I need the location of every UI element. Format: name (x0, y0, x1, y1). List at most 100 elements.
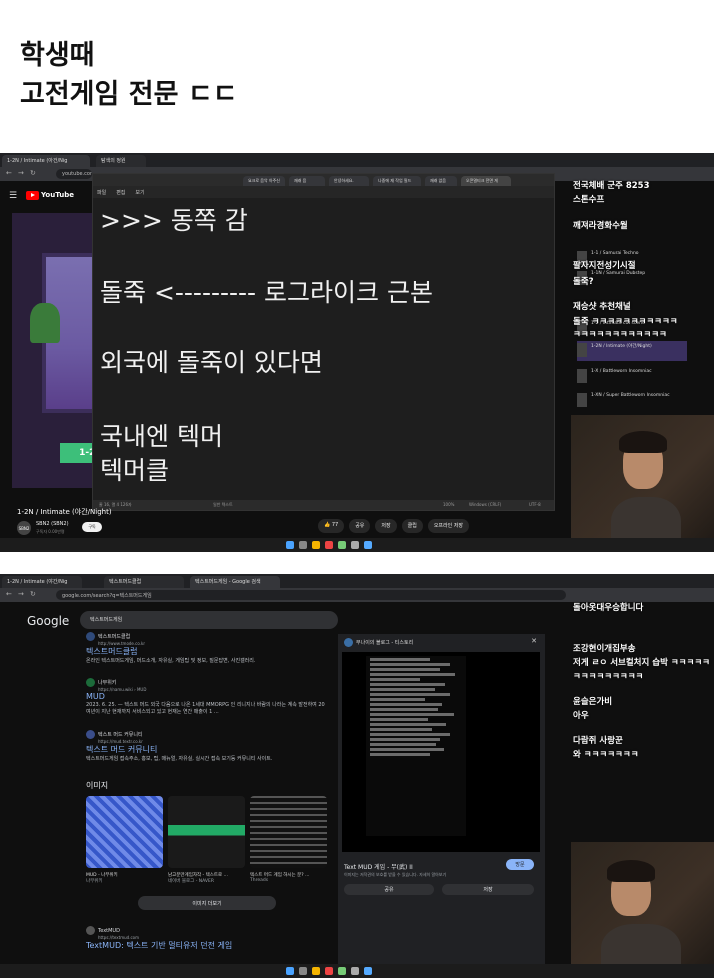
like-count: 77 (331, 522, 339, 528)
image-result-thumbnail[interactable] (86, 796, 163, 868)
image-caption: 남고분만게임자작 - 텍스트로 ... 네이버 블로그 - NAVER (168, 872, 228, 884)
playlist-item-title: 1-X / Battleworn Insomniac (591, 369, 652, 374)
result-snippet: 여년이 지난 현재까지 서비스되고 있고 현재는 연간 매출이 1 ... (86, 709, 219, 715)
chat-message: 돌죽 ㅋㅋㅋㅋㅋㅋㅋㅋㅋㅋㅋ (573, 317, 678, 327)
chat-message: ㅋㅋㅋㅋㅋㅋㅋㅋㅋㅋㅋㅋ (573, 330, 667, 340)
result-site: 나무위키 (98, 680, 117, 686)
chat-message: 깨져라경화수월 (573, 221, 628, 231)
channel-subscribers: 구독자 0.00만명 (36, 529, 65, 534)
chat-message: 전국체배 군주 8253 (573, 181, 650, 191)
forward-icon[interactable]: → (18, 169, 24, 177)
url-field[interactable]: google.com/search?q=텍스트머드게임 (56, 590, 566, 600)
notepad-menu: 파일 편집 보기 (93, 186, 554, 198)
channel-avatar[interactable]: SBN2 (17, 521, 31, 535)
image-source: 나무위키 (86, 879, 103, 884)
browser-tab[interactable]: 1-2N / Intimate (야간/Nig (2, 576, 82, 588)
chrome-icon[interactable] (325, 541, 333, 549)
preview-source[interactable]: 무나이의 블로그 - 티스토리 (344, 638, 413, 647)
streamer-webcam (571, 415, 714, 552)
reload-icon[interactable]: ↻ (30, 590, 36, 598)
streamer-webcam (571, 842, 714, 978)
result-title-link[interactable]: 텍스트머드클럽 (86, 646, 255, 657)
menu-edit[interactable]: 편집 (116, 189, 125, 196)
chrome-icon[interactable] (325, 967, 333, 975)
subscribe-button[interactable]: 구독 (82, 522, 102, 532)
status-zoom: 100% (443, 502, 455, 507)
notepad-line: 돌죽 <--------- 로그라이크 근본 (100, 278, 433, 307)
save-button[interactable]: 저장 (442, 884, 534, 895)
browser-tab-bar: 1-2N / Intimate (야간/Nig 텍스트머드클럽 텍스트머드게임 … (0, 574, 714, 588)
app-icon[interactable] (364, 541, 372, 549)
forward-icon[interactable]: → (18, 590, 24, 598)
playlist-item-title: 1-1 / Samurai Techno (591, 251, 639, 256)
app-icon[interactable] (338, 541, 346, 549)
search-icon[interactable] (299, 541, 307, 549)
chat-message: 돌죽? (573, 277, 594, 287)
clip-button[interactable]: 클립 (401, 519, 423, 533)
status-type: 일반 텍스트 (213, 502, 233, 507)
url-field[interactable]: youtube.com/... (56, 169, 92, 179)
download-button[interactable]: 오프라인 저장 (427, 519, 470, 533)
visit-button[interactable]: 방문 (506, 859, 534, 870)
chat-message: 저게 ㄹㅇ 서브컬처지 습박 ㅋㅋㅋㅋㅋ (573, 658, 710, 668)
result-title-link[interactable]: TextMUD: 텍스트 기반 멀티유저 던전 게임 (86, 940, 232, 951)
browser-tab[interactable]: 텍스트머드게임 - Google 검색 (190, 576, 280, 588)
result-title-link[interactable]: 텍스트 머드 커뮤니티 (86, 744, 272, 755)
preview-source-text: 무나이의 블로그 - 티스토리 (356, 640, 414, 646)
start-icon[interactable] (286, 967, 294, 975)
browser-tab[interactable]: 탐색의 정원 (96, 155, 146, 167)
youtube-logo[interactable]: YouTube (26, 190, 74, 200)
image-result-thumbnail[interactable] (250, 796, 327, 868)
folder-icon[interactable] (312, 967, 320, 975)
terminal-screenshot (366, 656, 466, 836)
like-button[interactable]: 👍 77 (318, 519, 345, 533)
stream-screenshot-2: 1-2N / Intimate (야간/Nig 텍스트머드클럽 텍스트머드게임 … (0, 574, 714, 978)
menu-icon[interactable]: ☰ (9, 191, 17, 201)
image-result-thumbnail[interactable] (168, 796, 245, 868)
share-button[interactable]: 공유 (344, 884, 434, 895)
playlist-item[interactable]: 1-X / Battleworn Insomniac (577, 367, 687, 387)
site-favicon (86, 632, 95, 641)
site-favicon (344, 638, 353, 647)
reload-icon[interactable]: ↻ (30, 169, 36, 177)
streamer-hair (619, 431, 667, 453)
menu-view[interactable]: 보기 (135, 189, 144, 196)
back-icon[interactable]: ← (6, 590, 12, 598)
thumbnail (577, 343, 587, 357)
status-encoding: UTF-8 (529, 502, 541, 507)
browser-tab-bar: 1-2N / Intimate (아건/Nig 탐색의 정원 (0, 153, 714, 167)
share-button[interactable]: 공유 (349, 519, 371, 533)
folder-icon[interactable] (312, 541, 320, 549)
preview-image[interactable] (342, 652, 540, 852)
save-button[interactable]: 저장 (375, 519, 397, 533)
playlist-item-title: 1-2N / Intimate (야간/Night) (591, 344, 652, 349)
app-icon[interactable] (351, 967, 359, 975)
back-icon[interactable]: ← (6, 169, 12, 177)
app-icon[interactable] (338, 967, 346, 975)
channel-name[interactable]: SBN2 (SBN2) (36, 521, 69, 527)
playlist-item[interactable]: 1-XN / Super Battleworn Insomniac (577, 391, 687, 411)
close-icon[interactable]: ✕ (531, 637, 537, 645)
preview-title[interactable]: Text MUD 게임 - 무(武) II (344, 862, 413, 871)
app-icon[interactable] (351, 541, 359, 549)
browser-tab[interactable]: 1-2N / Intimate (아건/Nig (2, 155, 90, 167)
windows-taskbar (0, 964, 714, 978)
result-site: 텍스트 머드 커뮤니티 (98, 732, 143, 738)
more-images-button[interactable]: 이미지 더보기 (138, 896, 276, 910)
menu-file[interactable]: 파일 (97, 189, 106, 196)
playlist-item-current[interactable]: 1-2N / Intimate (야간/Night) (577, 341, 687, 361)
browser-tab[interactable]: 텍스트머드클럽 (104, 576, 184, 588)
search-result: 텍스트 머드 커뮤니티 https://mud.textr.co.kr 텍스트 … (86, 730, 272, 762)
search-icon[interactable] (299, 967, 307, 975)
google-logo[interactable]: Google (27, 614, 69, 628)
result-site: TextMUD (98, 928, 120, 934)
start-icon[interactable] (286, 541, 294, 549)
site-favicon (86, 926, 95, 935)
video-plant (30, 303, 60, 343)
chat-message: 조강현이개집부송 (573, 644, 636, 654)
search-input[interactable]: 텍스트머드게임 (80, 611, 338, 629)
result-title-link[interactable]: MUD (86, 692, 325, 701)
chat-message: 다람쥐 사랑꾼 (573, 736, 623, 746)
taskbar-icons (286, 541, 372, 549)
app-icon[interactable] (364, 967, 372, 975)
